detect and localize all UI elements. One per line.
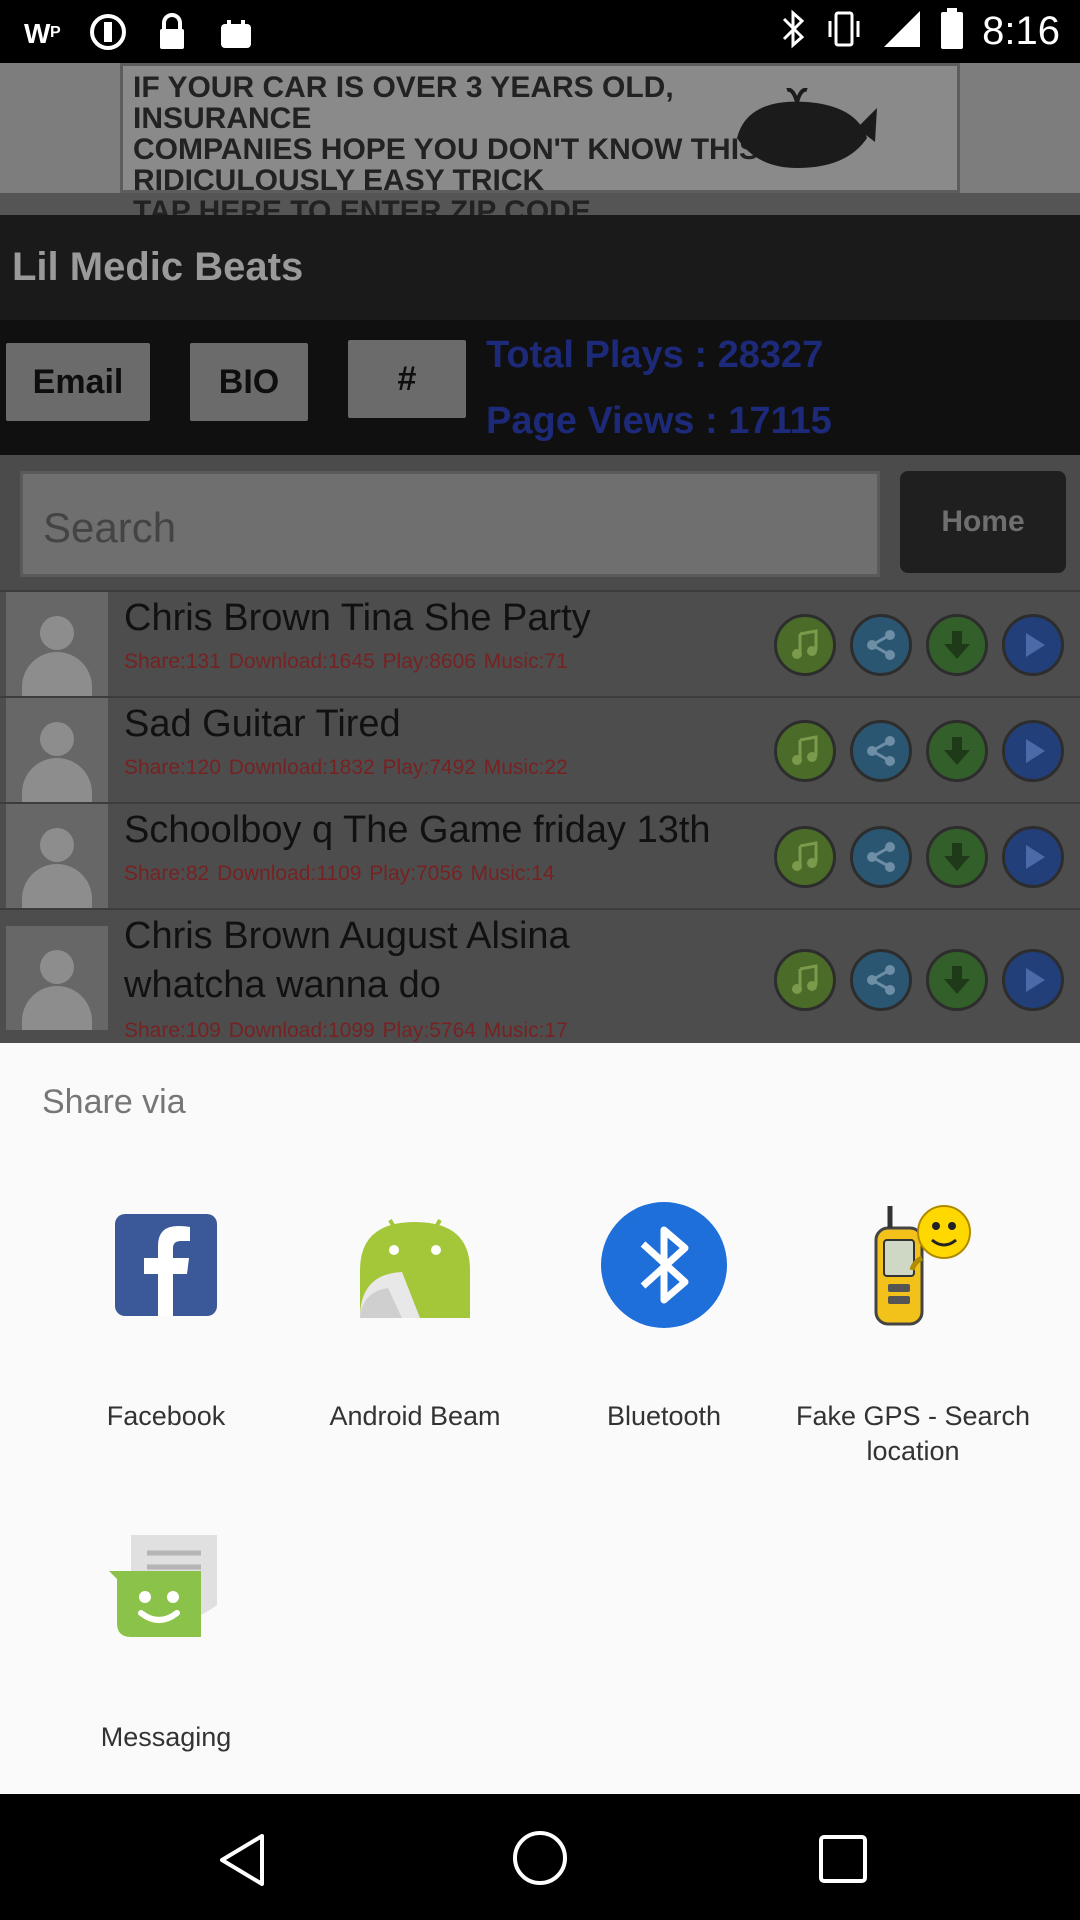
whale-icon xyxy=(727,87,877,179)
play-icon[interactable] xyxy=(1002,949,1064,1011)
song-meta: Share:120 Download:1832 Play:7492 Music:… xyxy=(124,756,568,779)
signal-icon xyxy=(882,9,922,54)
fake-gps-icon xyxy=(848,1198,978,1328)
share-icon[interactable] xyxy=(850,614,912,676)
facebook-icon xyxy=(101,1200,231,1330)
list-item[interactable]: Chris Brown Tina She Party Share:131 Dow… xyxy=(0,590,1080,696)
fake-gps-label-line-2: location xyxy=(866,1436,960,1466)
bluetooth-icon xyxy=(599,1200,729,1330)
search-placeholder: Search xyxy=(43,504,177,551)
avatar xyxy=(6,592,108,696)
song-title: Schoolboy q The Game friday 13th xyxy=(124,809,711,851)
hash-button[interactable]: # xyxy=(348,340,466,418)
recents-icon[interactable] xyxy=(818,1834,868,1889)
app-title: Lil Medic Beats xyxy=(12,245,304,289)
song-title: Chris Brown Tina She Party xyxy=(124,597,591,639)
navigation-bar xyxy=(0,1794,1080,1920)
music-icon[interactable] xyxy=(774,720,836,782)
ad-box[interactable]: IF YOUR CAR IS OVER 3 YEARS OLD, INSURAN… xyxy=(120,63,960,227)
song-title: Sad Guitar Tired xyxy=(124,703,401,745)
search-row: Search Home xyxy=(0,455,1080,590)
list-item[interactable]: Schoolboy q The Game friday 13th Share:8… xyxy=(0,802,1080,908)
share-option-messaging[interactable]: Messaging xyxy=(31,1515,301,1752)
home-button[interactable]: Home xyxy=(900,471,1066,573)
back-icon[interactable] xyxy=(216,1832,268,1893)
share-option-facebook[interactable]: Facebook xyxy=(31,1194,301,1431)
page-views: Page Views : 17115 xyxy=(486,400,832,442)
screen: WP 8:16 IF YOUR CAR IS OVER 3 YEARS OLD,… xyxy=(0,0,1080,1920)
avatar xyxy=(6,926,108,1030)
app-toolbar: Email BIO # Total Plays : 28327 Page Vie… xyxy=(0,320,1080,455)
app-title-bar: Lil Medic Beats xyxy=(0,215,1080,320)
play-icon[interactable] xyxy=(1002,826,1064,888)
facebook-label: Facebook xyxy=(106,1401,226,1431)
share-sheet-title: Share via xyxy=(42,1083,186,1121)
share-option-fake-gps[interactable]: Fake GPS - Search location xyxy=(778,1194,1048,1466)
bag-icon xyxy=(216,12,256,52)
download-icon[interactable] xyxy=(926,949,988,1011)
play-icon[interactable] xyxy=(1002,720,1064,782)
download-icon[interactable] xyxy=(926,826,988,888)
svg-text:P: P xyxy=(50,24,61,41)
share-icon[interactable] xyxy=(850,720,912,782)
share-option-android-beam[interactable]: Android Beam xyxy=(280,1194,550,1431)
share-icon[interactable] xyxy=(850,949,912,1011)
app-background: IF YOUR CAR IS OVER 3 YEARS OLD, INSURAN… xyxy=(0,63,1080,1043)
avatar xyxy=(6,804,108,908)
email-button[interactable]: Email xyxy=(6,343,150,421)
fake-gps-label-line-1: Fake GPS - Search xyxy=(795,1401,1031,1431)
bio-button[interactable]: BIO xyxy=(190,343,308,421)
vibrate-icon xyxy=(824,9,864,54)
android-beam-icon xyxy=(350,1200,480,1330)
lock-icon xyxy=(152,12,192,52)
song-title-line-2: whatcha wanna do xyxy=(124,964,441,1006)
list-item[interactable]: Sad Guitar Tired Share:120 Download:1832… xyxy=(0,696,1080,802)
song-meta: Share:82 Download:1109 Play:7056 Music:1… xyxy=(124,862,555,885)
wp-icon: WP xyxy=(24,12,64,52)
messaging-icon xyxy=(101,1519,231,1649)
list-item[interactable]: Chris Brown August Alsina whatcha wanna … xyxy=(0,908,1080,1043)
status-bar: WP 8:16 xyxy=(0,0,1080,63)
ad-banner[interactable]: IF YOUR CAR IS OVER 3 YEARS OLD, INSURAN… xyxy=(0,63,1080,227)
song-meta: Share:131 Download:1645 Play:8606 Music:… xyxy=(124,650,568,673)
total-plays: Total Plays : 28327 xyxy=(486,334,824,376)
share-option-bluetooth[interactable]: Bluetooth xyxy=(529,1194,799,1431)
music-icon[interactable] xyxy=(774,826,836,888)
music-icon[interactable] xyxy=(774,614,836,676)
play-icon[interactable] xyxy=(1002,614,1064,676)
battery-icon xyxy=(940,8,964,55)
download-icon[interactable] xyxy=(926,614,988,676)
share-sheet: Share via Facebook Android Beam Bluetoot… xyxy=(0,1043,1080,1794)
svg-text:W: W xyxy=(24,18,51,47)
search-input[interactable]: Search xyxy=(20,471,880,577)
android-beam-label: Android Beam xyxy=(329,1401,501,1431)
music-icon[interactable] xyxy=(774,949,836,1011)
download-icon[interactable] xyxy=(926,720,988,782)
avatar xyxy=(6,698,108,802)
blocked-icon xyxy=(88,12,128,52)
home-icon[interactable] xyxy=(512,1830,568,1891)
bluetooth-label: Bluetooth xyxy=(606,1401,722,1431)
bluetooth-status-icon xyxy=(780,9,806,54)
share-icon[interactable] xyxy=(850,826,912,888)
song-meta: Share:109 Download:1099 Play:5764 Music:… xyxy=(124,1019,568,1042)
clock: 8:16 xyxy=(982,9,1060,53)
song-title-line-1: Chris Brown August Alsina xyxy=(124,915,570,957)
messaging-label: Messaging xyxy=(100,1722,232,1752)
